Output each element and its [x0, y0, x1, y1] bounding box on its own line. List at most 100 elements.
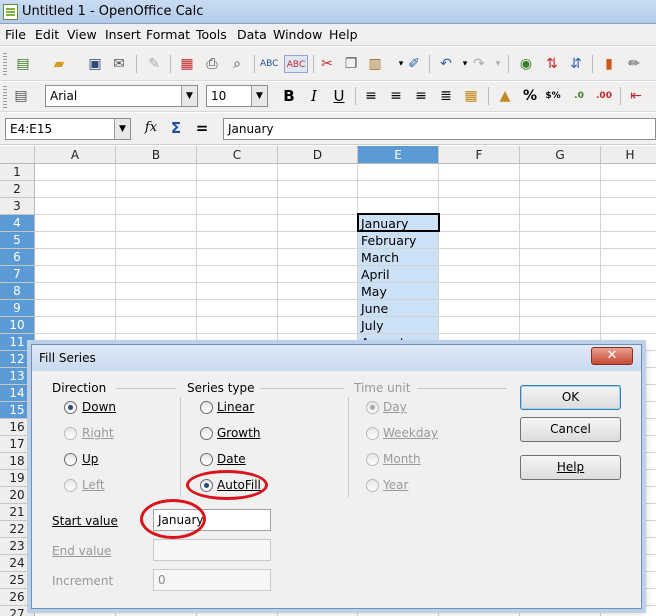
chevron-down-icon[interactable]: ▼: [251, 86, 267, 106]
row-header-15[interactable]: 15: [0, 402, 35, 419]
styles-formatting-icon[interactable]: ▤: [12, 87, 30, 105]
column-header-a[interactable]: A: [35, 146, 116, 164]
row-header-8[interactable]: 8: [0, 283, 35, 300]
autospellcheck-icon[interactable]: ABC: [284, 55, 308, 73]
currency-format-icon[interactable]: ▲: [496, 87, 514, 105]
series-date-radio[interactable]: [200, 453, 213, 466]
italic-icon[interactable]: I: [305, 87, 323, 105]
add-decimal-icon[interactable]: .0: [570, 87, 588, 105]
time-month-label[interactable]: Month: [383, 452, 421, 466]
font-size-combobox[interactable]: 10 ▼: [206, 85, 268, 107]
menu-data[interactable]: Data: [237, 27, 267, 42]
spellcheck-icon[interactable]: ABC: [260, 55, 278, 73]
ok-button[interactable]: OK: [520, 385, 621, 410]
row-header-6[interactable]: 6: [0, 249, 35, 266]
menu-view[interactable]: View: [67, 27, 97, 42]
font-name-combobox[interactable]: Arial ▼: [45, 85, 198, 107]
column-header-g[interactable]: G: [520, 146, 601, 164]
time-weekday-radio[interactable]: [366, 427, 379, 440]
select-all-corner[interactable]: [0, 146, 35, 164]
direction-up-radio[interactable]: [64, 453, 77, 466]
series-date-label[interactable]: Date: [217, 452, 246, 466]
series-linear-label[interactable]: Linear: [217, 400, 254, 414]
direction-left-radio[interactable]: [64, 479, 77, 492]
delete-decimal-icon[interactable]: .00: [595, 87, 613, 105]
time-day-radio[interactable]: [366, 401, 379, 414]
row-header-2[interactable]: 2: [0, 181, 35, 198]
toolbar-grip[interactable]: [3, 53, 7, 75]
time-year-radio[interactable]: [366, 479, 379, 492]
align-left-icon[interactable]: ≡: [362, 87, 380, 105]
draw-functions-icon[interactable]: ✏: [625, 55, 643, 73]
menu-insert[interactable]: Insert: [105, 27, 141, 42]
justify-icon[interactable]: ≣: [437, 87, 455, 105]
open-folder-icon[interactable]: ▰: [50, 55, 68, 73]
standard-format-icon[interactable]: $%: [544, 87, 562, 105]
row-header-19[interactable]: 19: [0, 470, 35, 487]
series-growth-radio[interactable]: [200, 427, 213, 440]
save-icon[interactable]: ▣: [86, 55, 104, 73]
function-icon[interactable]: =: [193, 119, 211, 137]
menu-edit[interactable]: Edit: [35, 27, 59, 42]
toolbar-grip[interactable]: [3, 86, 7, 108]
row-header-1[interactable]: 1: [0, 164, 35, 181]
cell-e10[interactable]: July: [360, 317, 438, 334]
row-header-3[interactable]: 3: [0, 198, 35, 215]
row-header-11[interactable]: 11: [0, 334, 35, 351]
row-header-4[interactable]: 4: [0, 215, 35, 232]
row-header-27[interactable]: 27: [0, 606, 35, 616]
direction-up-label[interactable]: Up: [82, 452, 98, 466]
bold-icon[interactable]: B: [280, 87, 298, 105]
row-header-26[interactable]: 26: [0, 589, 35, 606]
direction-down-radio[interactable]: [64, 401, 77, 414]
input-line[interactable]: January: [223, 118, 656, 140]
row-header-13[interactable]: 13: [0, 368, 35, 385]
chevron-down-icon[interactable]: ▼: [181, 86, 197, 106]
edit-file-icon[interactable]: ✎: [145, 55, 163, 73]
menu-format[interactable]: Format: [146, 27, 190, 42]
underline-icon[interactable]: U: [330, 87, 348, 105]
menu-window[interactable]: Window: [273, 27, 322, 42]
paste-icon[interactable]: ▥: [366, 55, 384, 73]
column-header-b[interactable]: B: [116, 146, 197, 164]
align-center-icon[interactable]: ≡: [387, 87, 405, 105]
row-header-12[interactable]: 12: [0, 351, 35, 368]
cell-e7[interactable]: April: [360, 266, 438, 283]
help-button[interactable]: Help: [520, 455, 621, 480]
redo-dropdown-icon[interactable]: ▾: [489, 55, 507, 73]
export-pdf-icon[interactable]: ▦: [178, 55, 196, 73]
email-icon[interactable]: ✉: [110, 55, 128, 73]
row-header-23[interactable]: 23: [0, 538, 35, 555]
undo-icon[interactable]: ↶: [437, 55, 455, 73]
row-header-7[interactable]: 7: [0, 266, 35, 283]
cell-e8[interactable]: May: [360, 283, 438, 300]
cut-icon[interactable]: ✂: [318, 55, 336, 73]
time-year-label[interactable]: Year: [383, 478, 408, 492]
series-linear-radio[interactable]: [200, 401, 213, 414]
sort-ascending-icon[interactable]: ⇅: [543, 55, 561, 73]
column-header-c[interactable]: C: [197, 146, 278, 164]
sum-icon[interactable]: Σ: [167, 119, 185, 137]
direction-right-label[interactable]: Right: [82, 426, 114, 440]
column-header-f[interactable]: F: [439, 146, 520, 164]
column-header-e[interactable]: E: [358, 146, 439, 164]
new-document-icon[interactable]: ▤: [14, 55, 32, 73]
end-value-field[interactable]: [153, 539, 271, 561]
print-preview-icon[interactable]: ⌕: [228, 55, 246, 73]
row-header-22[interactable]: 22: [0, 521, 35, 538]
menu-tools[interactable]: Tools: [196, 27, 227, 42]
cell-e9[interactable]: June: [360, 300, 438, 317]
merge-cells-icon[interactable]: ▦: [462, 87, 480, 105]
align-right-icon[interactable]: ≡: [412, 87, 430, 105]
direction-down-label[interactable]: Down: [82, 400, 116, 414]
function-wizard-icon[interactable]: fx: [142, 119, 160, 137]
row-header-25[interactable]: 25: [0, 572, 35, 589]
sort-descending-icon[interactable]: ⇵: [567, 55, 585, 73]
row-header-14[interactable]: 14: [0, 385, 35, 402]
time-weekday-label[interactable]: Weekday: [383, 426, 438, 440]
name-box[interactable]: E4:E15 ▼: [5, 118, 131, 140]
column-header-d[interactable]: D: [278, 146, 358, 164]
clone-formatting-icon[interactable]: ✐: [405, 55, 423, 73]
row-header-20[interactable]: 20: [0, 487, 35, 504]
print-icon[interactable]: ⎙: [203, 55, 221, 73]
